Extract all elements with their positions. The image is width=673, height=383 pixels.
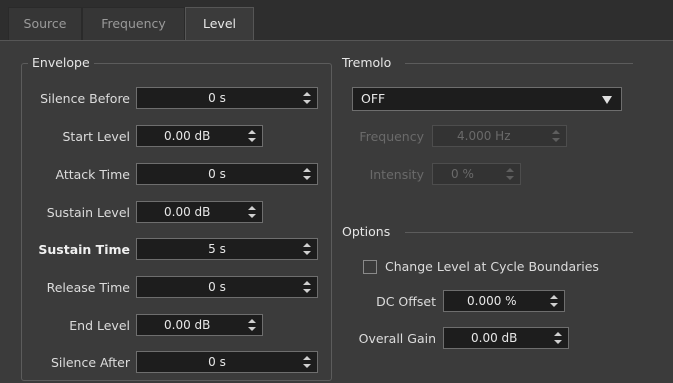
sustain-level-stepper[interactable] bbox=[248, 204, 256, 220]
sustain-time-value: 5 s bbox=[208, 242, 226, 256]
end-level-label: End Level bbox=[69, 318, 130, 333]
tremolo-title: Tremolo bbox=[339, 55, 396, 70]
options-title: Options bbox=[339, 224, 395, 239]
attack-time-value: 0 s bbox=[208, 167, 226, 181]
silence-before-value: 0 s bbox=[208, 91, 226, 105]
sustain-time-field[interactable]: 5 s bbox=[136, 238, 318, 260]
silence-before-field[interactable]: 0 s bbox=[136, 87, 318, 109]
tremolo-mode-select[interactable]: OFF bbox=[352, 87, 622, 111]
overall-gain-label: Overall Gain bbox=[358, 331, 436, 346]
attack-time-stepper[interactable] bbox=[303, 166, 311, 182]
tremolo-intensity-value: 0 % bbox=[451, 167, 474, 181]
end-level-field[interactable]: 0.00 dB bbox=[136, 314, 263, 336]
overall-gain-stepper[interactable] bbox=[554, 330, 562, 346]
tremolo-frequency-value: 4.000 Hz bbox=[457, 129, 511, 143]
sustain-time-label: Sustain Time bbox=[38, 242, 130, 257]
sustain-time-stepper[interactable] bbox=[303, 241, 311, 257]
release-time-field[interactable]: 0 s bbox=[136, 276, 318, 298]
overall-gain-field[interactable]: 0.00 dB bbox=[443, 327, 569, 349]
tab-frequency[interactable]: Frequency bbox=[82, 7, 185, 40]
release-time-label: Release Time bbox=[46, 280, 130, 295]
start-level-value: 0.00 dB bbox=[164, 129, 211, 143]
dc-offset-value: 0.000 % bbox=[467, 294, 517, 308]
change-level-checkbox[interactable] bbox=[363, 260, 377, 274]
release-time-value: 0 s bbox=[208, 280, 226, 294]
sustain-level-label: Sustain Level bbox=[46, 205, 130, 220]
tremolo-intensity-label: Intensity bbox=[369, 167, 424, 182]
start-level-field[interactable]: 0.00 dB bbox=[136, 125, 263, 147]
sustain-level-value: 0.00 dB bbox=[164, 205, 211, 219]
dc-offset-stepper[interactable] bbox=[550, 293, 558, 309]
overall-gain-value: 0.00 dB bbox=[471, 331, 518, 345]
silence-after-value: 0 s bbox=[208, 355, 226, 369]
tremolo-mode-value: OFF bbox=[361, 91, 386, 106]
release-time-stepper[interactable] bbox=[303, 279, 311, 295]
envelope-title: Envelope bbox=[28, 55, 94, 70]
tremolo-intensity-stepper[interactable] bbox=[506, 166, 514, 182]
tremolo-frequency-field[interactable]: 4.000 Hz bbox=[432, 125, 567, 147]
attack-time-field[interactable]: 0 s bbox=[136, 163, 318, 185]
tab-level[interactable]: Level bbox=[185, 7, 254, 41]
attack-time-label: Attack Time bbox=[55, 167, 130, 182]
tab-divider bbox=[0, 40, 673, 41]
silence-after-label: Silence After bbox=[50, 355, 130, 370]
tremolo-divider bbox=[405, 63, 633, 64]
options-divider bbox=[405, 232, 633, 233]
tremolo-frequency-stepper[interactable] bbox=[552, 128, 560, 144]
start-level-label: Start Level bbox=[62, 129, 130, 144]
end-level-value: 0.00 dB bbox=[164, 318, 211, 332]
silence-after-stepper[interactable] bbox=[303, 354, 311, 370]
dc-offset-label: DC Offset bbox=[376, 294, 436, 309]
change-level-label[interactable]: Change Level at Cycle Boundaries bbox=[385, 259, 599, 274]
dropdown-arrow-icon bbox=[602, 96, 612, 104]
sustain-level-field[interactable]: 0.00 dB bbox=[136, 201, 263, 223]
silence-before-stepper[interactable] bbox=[303, 90, 311, 106]
silence-after-field[interactable]: 0 s bbox=[136, 351, 318, 373]
tremolo-intensity-field[interactable]: 0 % bbox=[432, 163, 521, 185]
dc-offset-field[interactable]: 0.000 % bbox=[443, 290, 565, 312]
tremolo-frequency-label: Frequency bbox=[359, 129, 424, 144]
tab-source[interactable]: Source bbox=[8, 7, 82, 40]
end-level-stepper[interactable] bbox=[248, 317, 256, 333]
start-level-stepper[interactable] bbox=[248, 128, 256, 144]
silence-before-label: Silence Before bbox=[40, 91, 130, 106]
tab-bar: Source Frequency Level bbox=[0, 0, 673, 41]
